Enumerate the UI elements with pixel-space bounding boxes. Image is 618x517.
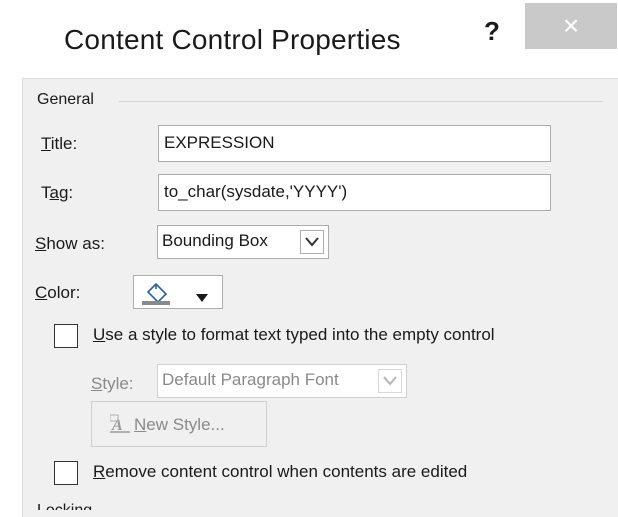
dialog-body: General Title: EXPRESSION Tag: to_char(s…: [22, 78, 618, 517]
chevron-down-icon: [378, 369, 402, 393]
style-label: Style:: [91, 374, 134, 393]
content-control-properties-dialog: Content Control Properties ? × General T…: [0, 0, 618, 517]
show-as-select[interactable]: Bounding Box: [157, 225, 329, 259]
style-value: Default Paragraph Font: [162, 370, 339, 389]
color-picker-button[interactable]: [133, 275, 223, 309]
remove-control-label[interactable]: Remove content control when contents are…: [93, 462, 467, 482]
show-as-label: Show as:: [35, 234, 105, 253]
dialog-title: Content Control Properties: [64, 24, 401, 55]
general-group-divider: [119, 101, 603, 102]
close-button[interactable]: ×: [525, 3, 617, 49]
paint-bucket-icon: [140, 280, 174, 311]
locking-group-label: Locking: [37, 502, 92, 510]
general-group-label: General: [37, 91, 102, 109]
style-select: Default Paragraph Font: [157, 364, 407, 398]
show-as-value: Bounding Box: [162, 231, 268, 250]
new-style-label: New Style...: [134, 415, 225, 434]
dropdown-arrow-icon: [196, 289, 208, 307]
use-style-checkbox[interactable]: [54, 324, 78, 348]
title-bar: Content Control Properties ? ×: [0, 0, 618, 78]
remove-control-checkbox[interactable]: [54, 461, 78, 485]
title-label: Title:: [41, 134, 78, 153]
color-label: Color:: [35, 283, 81, 302]
new-style-button: A New Style...: [91, 401, 267, 447]
help-button[interactable]: ?: [484, 16, 500, 47]
use-style-label[interactable]: Use a style to format text typed into th…: [93, 325, 495, 345]
chevron-down-icon[interactable]: [300, 230, 324, 254]
new-style-icon: A: [109, 414, 132, 439]
tag-input[interactable]: to_char(sysdate,'YYYY'): [158, 174, 551, 211]
title-input[interactable]: EXPRESSION: [158, 125, 551, 162]
tag-label: Tag:: [41, 183, 74, 202]
